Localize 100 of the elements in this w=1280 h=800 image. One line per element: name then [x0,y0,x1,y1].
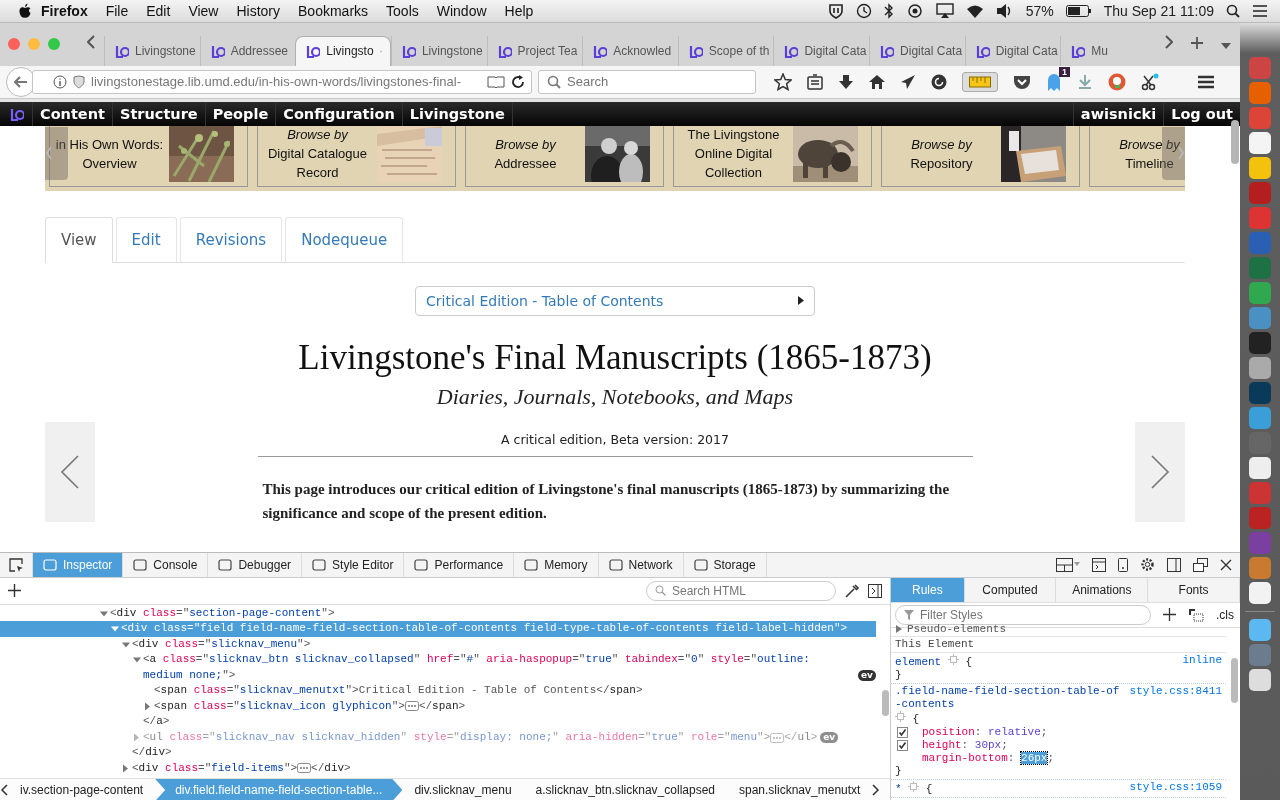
browser-tab[interactable]: Scope of th [677,35,774,66]
css-selector[interactable]: .field-name-field-section-table-of-contents [895,684,1122,711]
responsive-icon[interactable] [1118,557,1128,572]
closing-tag[interactable]: </div> [311,761,351,774]
tool-icon[interactable] [218,558,233,571]
download-icon[interactable] [838,73,854,90]
dock-app-icon[interactable] [1249,619,1271,641]
menu-item[interactable]: Edit [137,3,180,19]
shield-icon[interactable] [827,3,844,19]
dock-app-icon[interactable] [1249,332,1271,354]
scrollbar-thumb[interactable] [1231,119,1239,164]
url-field[interactable]: livingstonestage.lib.umd.edu/in-his-own-words/livingstones-final- [32,69,532,94]
browser-tab[interactable]: Livingsto [295,35,391,66]
back-arrow-icon[interactable] [14,75,28,88]
carousel-card[interactable]: Browse by Addressee [465,125,664,187]
markup-line[interactable]: <div class="field-items"> [132,761,298,774]
clock-icon[interactable] [855,3,872,19]
tab-favicon-icon[interactable] [304,43,321,60]
chevron-right-icon[interactable] [872,784,881,796]
toc-dropdown[interactable]: Critical Edition - Table of Contents [415,285,815,316]
reader-view-icon[interactable] [487,74,505,89]
search-icon[interactable] [1226,4,1240,18]
page-tab[interactable]: Nodequeue [285,216,404,262]
css-declaration[interactable]: position: relative; [922,725,1048,739]
menu-item[interactable]: File [96,3,138,19]
menu-item[interactable]: Bookmarks [289,3,378,19]
filter-icon[interactable] [904,609,914,620]
ruler-button[interactable] [962,71,998,92]
breadcrumb[interactable]: a.slicknav_btn.slicknav_collapsed [523,779,727,800]
browser-tab[interactable]: Livingstone [390,35,487,66]
battery-icon[interactable] [1065,5,1092,17]
info-icon[interactable] [53,74,67,89]
sidebar-icon[interactable] [1167,557,1181,572]
dropdown-icon[interactable] [1220,43,1231,50]
dock-app-icon[interactable] [1249,157,1271,179]
menu-item[interactable]: Firefox [32,3,97,19]
admin-menu-link[interactable]: People [205,101,277,126]
admin-menu-link[interactable]: Livingstone [402,101,513,126]
devtools-tab[interactable]: Performance [404,552,515,577]
admin-menu-link[interactable]: Structure [112,101,206,126]
carousel-card[interactable]: in His Own Words: Overview [49,125,248,187]
paper-plane-icon[interactable] [900,73,916,90]
console-icon[interactable] [1092,557,1106,572]
clock-text[interactable]: Thu Sep 21 11:09 [1103,3,1214,19]
sync-icon[interactable] [905,3,924,19]
twisty-icon[interactable] [895,624,903,635]
browser-tab[interactable]: Digital Cata [869,35,965,66]
ellipsis-icon[interactable] [297,762,312,773]
breadcrumb[interactable]: div.slicknav_menu [402,779,524,800]
css-selector[interactable]: * [895,782,902,796]
apple-icon[interactable] [18,3,32,19]
scrollbar-thumb[interactable] [882,689,889,716]
chevron-left-icon[interactable] [0,784,8,796]
markup-line[interactable]: <span class="slicknav_icon glyphicon"> [154,699,405,712]
element-picker-icon[interactable] [8,556,24,573]
menu-item[interactable]: View [179,3,228,19]
page-tab[interactable]: Revisions [179,216,283,262]
layout-icon[interactable] [1056,557,1080,572]
bluetooth-icon[interactable] [883,3,894,19]
tool-icon[interactable] [608,558,623,571]
pocket-icon[interactable] [1013,73,1031,90]
ruler-icon[interactable] [969,75,991,88]
dock-app-icon[interactable] [1249,669,1271,691]
section-header[interactable]: Pseudo-elements [907,622,1007,636]
history-icon[interactable] [931,73,947,90]
tool-icon[interactable] [693,558,708,571]
menu-item[interactable]: Window [427,3,496,19]
devtools-tab[interactable]: Memory [514,552,599,577]
ellipsis-icon[interactable] [404,700,419,711]
carousel-card[interactable]: Browse by Repository [881,125,1080,187]
add-node-icon[interactable] [8,584,21,598]
page-tab[interactable]: Edit [115,216,177,262]
breadcrumb[interactable]: span.slicknav_menutxt [727,779,873,800]
browser-tab[interactable]: Livingstone [104,35,200,66]
scissors-icon[interactable] [1141,72,1159,91]
markup-line[interactable]: <div class="section-page-content"> [110,606,335,619]
closing-tag[interactable]: </div> [132,746,172,759]
closing-tag[interactable]: </ul> [784,729,818,746]
menu-icon[interactable] [1197,74,1215,89]
list-icon[interactable] [1252,4,1268,18]
css-declaration[interactable]: margin-bottom: 26px; [922,751,1055,765]
closing-tag[interactable]: </a> [143,715,170,728]
rule-source-link[interactable]: style.css:1059 [1129,780,1222,794]
search-box[interactable]: Search [538,69,756,94]
devtools-tab[interactable]: Debugger [208,552,303,577]
eyedropper-icon[interactable] [844,582,860,599]
event-badge[interactable]: ev [858,670,876,682]
css-selector[interactable]: element [895,655,942,669]
tool-icon[interactable] [312,558,327,571]
scrollbar-thumb[interactable] [1231,657,1238,703]
menu-item[interactable]: Help [495,3,543,19]
devtools-tab[interactable]: Console [123,552,209,577]
sidebar-toggle-icon[interactable] [868,583,882,598]
new-tab-icon[interactable] [1190,37,1203,50]
home-icon[interactable] [869,73,885,90]
breadcrumb[interactable]: iv.section-page-content [8,779,156,800]
reading-list-icon[interactable] [807,73,823,90]
cls-button[interactable]: .cls [1216,607,1234,622]
filter-styles-field[interactable]: Filter Styles [918,606,1082,623]
css-declaration[interactable]: height: 30px; [922,738,1008,752]
